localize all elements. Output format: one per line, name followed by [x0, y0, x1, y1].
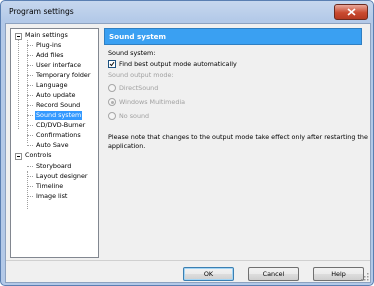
tree-item-label: Temporary folder — [36, 71, 91, 79]
tree-group-label: Main settings — [25, 31, 68, 39]
restart-note-continued: application. — [108, 142, 146, 150]
radio-no-sound[interactable]: No sound — [108, 111, 228, 121]
radio-windows-multimedia[interactable]: Windows Multimedia — [108, 97, 228, 107]
program-settings-window: Program settings Main settings Plug-ins … — [0, 0, 374, 286]
radio-label: No sound — [119, 112, 150, 120]
help-button[interactable]: Help — [313, 267, 364, 281]
tree-item-label: Add files — [36, 51, 64, 59]
window-title: Program settings — [9, 7, 74, 16]
radio-directsound[interactable]: DirectSound — [108, 83, 228, 93]
tree-item-label: Auto update — [36, 91, 76, 99]
radio-button[interactable] — [108, 112, 116, 120]
page-header: Sound system — [104, 28, 362, 45]
settings-page: Sound system Sound system: Find best out… — [104, 28, 368, 256]
help-button-label: Help — [331, 270, 346, 278]
checkbox-label: Find best output mode automatically — [119, 60, 237, 68]
radio-button[interactable] — [108, 84, 116, 92]
checkbox-box[interactable] — [108, 60, 116, 68]
tree-item-label: Plug-ins — [36, 41, 62, 49]
collapse-icon[interactable] — [15, 33, 22, 40]
tree-item-label: Auto Save — [36, 141, 69, 149]
tree-item-label: Image list — [36, 192, 68, 200]
close-button[interactable] — [334, 4, 368, 20]
checkmark-icon — [109, 61, 115, 67]
tree-item-label: Layout designer — [36, 172, 88, 180]
radio-button[interactable] — [108, 98, 116, 106]
close-icon — [346, 8, 356, 16]
title-bar[interactable]: Program settings — [1, 1, 373, 23]
resize-grip-icon[interactable] — [361, 273, 369, 281]
tree-item-label: Confirmations — [36, 131, 81, 139]
tree-item-label: User interface — [36, 61, 82, 69]
dialog-client-area: Main settings Plug-ins Add files User in… — [5, 23, 371, 283]
auto-mode-checkbox[interactable]: Find best output mode automatically — [108, 59, 288, 69]
cancel-button-label: Cancel — [262, 270, 285, 278]
radio-label: Windows Multimedia — [119, 98, 186, 106]
tree-connector — [18, 40, 19, 129]
collapse-icon[interactable] — [15, 153, 22, 160]
tree-item-label: CD/DVD-Burner — [36, 121, 86, 129]
ok-button[interactable]: OK — [183, 267, 234, 281]
tree-item-label: Timeline — [36, 182, 64, 190]
cancel-button[interactable]: Cancel — [248, 267, 299, 281]
settings-tree[interactable]: Main settings Plug-ins Add files User in… — [10, 28, 99, 258]
tree-item-label: Sound system — [35, 111, 83, 120]
tree-item-label: Language — [36, 81, 68, 89]
tree-group-label: Controls — [25, 151, 52, 159]
restart-note: Please note that changes to the output m… — [108, 133, 368, 141]
output-mode-label: Sound output mode: — [108, 71, 174, 79]
tree-item-label: Storyboard — [36, 162, 72, 170]
section-label: Sound system: — [108, 49, 156, 57]
tree-item-label: Record Sound — [36, 101, 81, 109]
footer-divider — [6, 260, 370, 261]
radio-label: DirectSound — [119, 84, 159, 92]
page-title: Sound system — [109, 32, 167, 41]
